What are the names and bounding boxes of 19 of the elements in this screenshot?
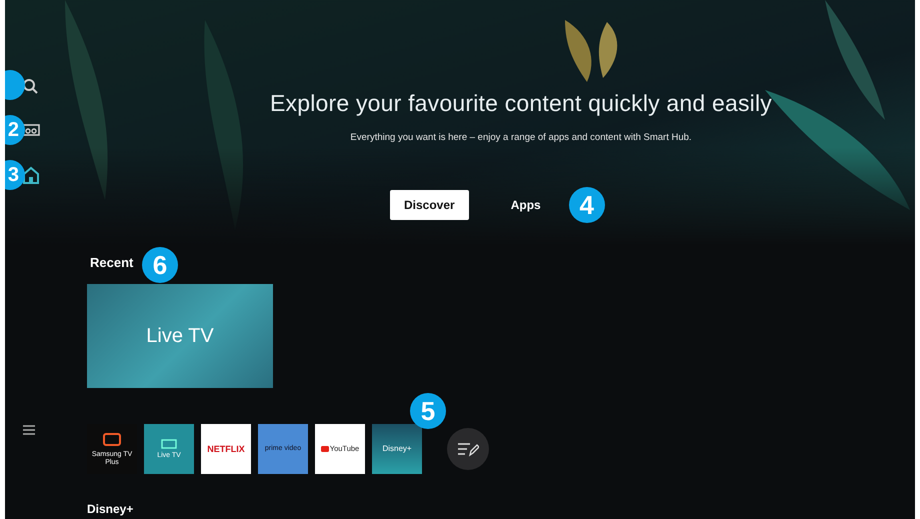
tv-icon: [102, 432, 122, 448]
menu-icon[interactable]: [22, 424, 36, 436]
list-pencil-icon: [457, 441, 479, 458]
tv-icon: [161, 438, 177, 449]
live-tv-tile[interactable]: Live TV: [87, 284, 273, 388]
section-heading: Disney+: [87, 501, 134, 518]
tab[interactable]: Apps: [496, 190, 555, 220]
hero-title: Explore your favourite content quickly and easily: [268, 89, 773, 117]
search-icon[interactable]: [22, 78, 40, 96]
callout-badge: 6: [142, 247, 178, 283]
app-tile[interactable]: Disney+: [372, 424, 422, 474]
play-icon: [320, 446, 329, 452]
app-tile[interactable]: NETFLIX: [201, 424, 251, 474]
tab[interactable]: Discover: [390, 190, 469, 220]
edit-button[interactable]: [447, 428, 489, 470]
section-heading: Recent: [90, 254, 134, 272]
home-icon[interactable]: [22, 166, 40, 184]
callout-badge: 5: [410, 393, 446, 429]
hero-subtitle: Everything you want is here – enjoy a range of apps and content with Smart Hub.: [349, 131, 693, 145]
